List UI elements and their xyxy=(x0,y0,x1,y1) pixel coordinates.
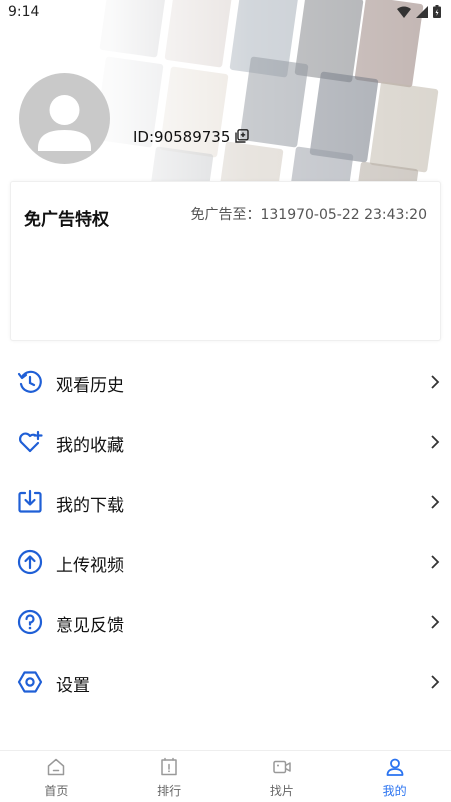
nav-home[interactable]: 首页 xyxy=(0,751,113,802)
avatar[interactable] xyxy=(19,73,110,164)
nav-find-videos[interactable]: 找片 xyxy=(226,751,339,802)
menu-item-feedback[interactable]: 意见反馈 xyxy=(0,592,451,652)
copy-icon[interactable] xyxy=(235,129,249,143)
chevron-right-icon xyxy=(431,555,440,569)
wifi-icon xyxy=(397,6,411,18)
ad-free-expiry: 免广告至：131970-05-22 23:43:20 xyxy=(190,207,427,223)
user-id: ID:90589735 xyxy=(133,128,231,146)
person-icon xyxy=(386,758,404,776)
nav-label: 排行 xyxy=(157,784,182,798)
menu-label: 意见反馈 xyxy=(56,616,124,636)
settings-icon xyxy=(17,671,43,693)
menu-item-favorites[interactable]: 我的收藏 xyxy=(0,412,451,472)
nav-ranking[interactable]: 排行 xyxy=(113,751,226,802)
menu-label: 我的下载 xyxy=(56,496,124,516)
bottom-nav: 首页 排行 找片 我的 xyxy=(0,750,451,802)
download-icon xyxy=(18,489,42,513)
status-time: 9:14 xyxy=(8,4,40,20)
nav-label: 我的 xyxy=(382,784,407,798)
menu-label: 上传视频 xyxy=(56,556,124,576)
battery-icon xyxy=(433,5,441,18)
question-icon xyxy=(17,609,43,635)
menu-list: 观看历史 我的收藏 我的下载 上传视频 意见反馈 设置 xyxy=(0,352,451,712)
ad-free-card: 免广告特权 免广告至：131970-05-22 23:43:20 xyxy=(10,181,441,341)
chevron-right-icon xyxy=(431,615,440,629)
nav-label: 找片 xyxy=(269,784,294,798)
chevron-right-icon xyxy=(431,435,440,449)
nav-label: 首页 xyxy=(44,784,69,798)
ranking-icon xyxy=(161,757,177,776)
menu-item-settings[interactable]: 设置 xyxy=(0,652,451,712)
signal-icon xyxy=(416,5,428,18)
chevron-right-icon xyxy=(431,375,440,389)
nav-mine[interactable]: 我的 xyxy=(338,751,451,802)
status-icons xyxy=(397,5,441,18)
menu-label: 我的收藏 xyxy=(56,436,124,456)
video-camera-icon xyxy=(273,760,291,774)
ad-free-title: 免广告特权 xyxy=(24,210,109,230)
menu-label: 观看历史 xyxy=(56,376,124,396)
menu-item-history[interactable]: 观看历史 xyxy=(0,352,451,412)
heart-plus-icon xyxy=(19,430,43,453)
menu-item-upload[interactable]: 上传视频 xyxy=(0,532,451,592)
home-icon xyxy=(48,758,65,776)
upload-icon xyxy=(17,549,43,575)
chevron-right-icon xyxy=(431,495,440,509)
menu-label: 设置 xyxy=(56,676,90,696)
history-icon xyxy=(17,370,42,393)
person-silhouette-icon xyxy=(38,95,91,151)
menu-item-downloads[interactable]: 我的下载 xyxy=(0,472,451,532)
status-bar: 9:14 xyxy=(0,0,451,26)
chevron-right-icon xyxy=(431,675,440,689)
